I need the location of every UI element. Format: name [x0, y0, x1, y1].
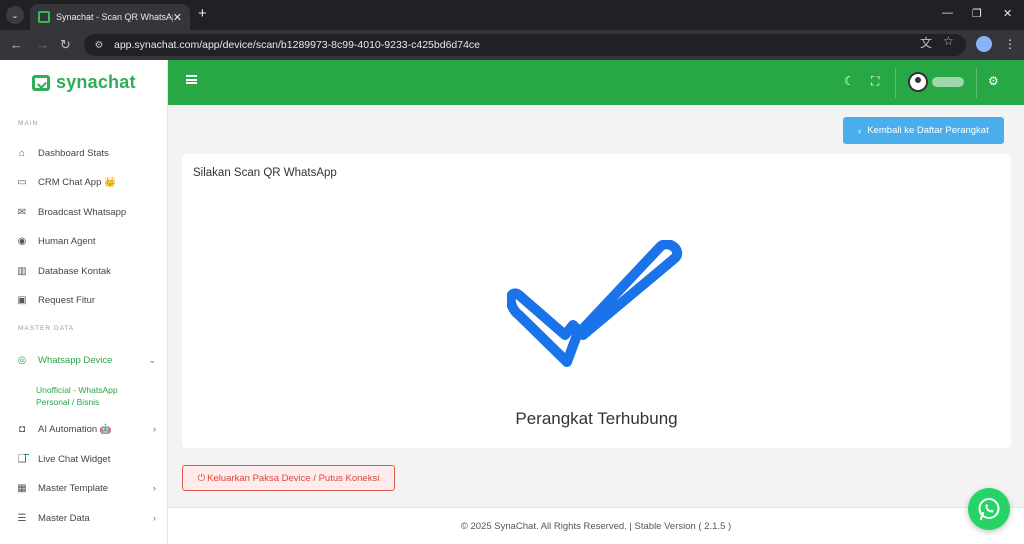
close-icon[interactable]: ✕ [173, 11, 182, 24]
dark-mode-moon-icon[interactable]: ☾ [844, 74, 855, 88]
forward-arrow-icon[interactable]: → [36, 37, 49, 52]
card-title: Silakan Scan QR WhatsApp [193, 167, 337, 179]
sidebar-item-database-kontak[interactable]: ▥ Database Kontak [16, 260, 156, 282]
sidebar-item-broadcast[interactable]: ✉ Broadcast Whatsapp [16, 201, 156, 223]
chevron-down-icon: ⌄ [148, 354, 156, 365]
chevron-down-icon: ⌄ [11, 10, 19, 20]
template-icon: ▦ [17, 482, 27, 494]
settings-gear-icon[interactable]: ⚙ [988, 74, 999, 88]
tab-title: Synachat - Scan QR WhatsApp [56, 12, 173, 22]
robot-icon: ◘ [18, 423, 26, 435]
widget-icon: ❏ [17, 453, 27, 465]
home-icon: ⌂ [18, 147, 26, 159]
mail-icon: ✉ [17, 206, 27, 218]
window-close-icon[interactable]: ✕ [1003, 7, 1012, 20]
tab-search-button[interactable]: ⌄ [6, 6, 24, 24]
back-to-device-list-button[interactable]: ‹ Kembali ke Daftar Perangkat [843, 117, 1004, 144]
synachat-logo-icon [32, 74, 50, 91]
sidebar-item-label: AI Automation 🤖 [38, 423, 112, 435]
reload-icon[interactable]: ↻ [60, 37, 71, 53]
sidebar-item-label: CRM Chat App 👑 [38, 176, 116, 188]
sidebar-item-whatsapp-device[interactable]: ◎ Whatsapp Device ⌄ [16, 349, 156, 371]
chevron-left-icon: ‹ [858, 125, 862, 136]
sidebar-item-label: Master Template [38, 482, 109, 494]
whatsapp-icon: ◎ [17, 354, 27, 366]
sidebar-item-label: Live Chat Widget [38, 453, 111, 465]
header-divider [895, 68, 896, 98]
sidebar-item-master-data[interactable]: ☰ Master Data › [16, 507, 156, 529]
chevron-right-icon: › [153, 513, 156, 523]
site-settings-icon[interactable]: ⚙ [92, 38, 106, 52]
user-circle-icon: ◉ [17, 235, 27, 247]
more-menu-icon[interactable]: ⋮ [1004, 37, 1016, 51]
brand-logo[interactable]: synachat [32, 72, 136, 93]
force-disconnect-button[interactable]: ⏻ Keluarkan Paksa Device / Putus Koneksi [182, 465, 395, 491]
connection-status: Perangkat Terhubung [515, 409, 678, 428]
sidebar-item-live-chat-widget[interactable]: ❏ Live Chat Widget [16, 448, 156, 470]
user-name-blurred[interactable] [932, 77, 964, 87]
sidebar-item-dashboard[interactable]: ⌂ Dashboard Stats [16, 142, 156, 164]
sidebar-subitem-unofficial-whatsapp[interactable]: Unofficial - WhatsApp Personal / Bisnis [36, 384, 146, 408]
sidebar-item-label: Dashboard Stats [38, 147, 109, 159]
header-divider [976, 68, 977, 98]
sidebar-item-label: Request Fitur [38, 294, 96, 306]
sidebar-item-request-fitur[interactable]: ▣ Request Fitur [16, 289, 156, 311]
translate-icon[interactable]: 文 [920, 34, 932, 51]
chat-icon: ▭ [17, 176, 27, 188]
footer: © 2025 SynaChat. All Rights Reserved. | … [168, 507, 1024, 544]
bookmark-star-icon[interactable]: ☆ [943, 34, 954, 48]
sidebar-item-label: Broadcast Whatsapp [38, 206, 127, 218]
sidebar-item-human-agent[interactable]: ◉ Human Agent [16, 230, 156, 252]
section-label-master: MASTER DATA [18, 325, 75, 332]
browser-toolbar: ← → ↻ ⚙ app.synachat.com/app/device/scan… [0, 30, 1024, 60]
browser-tab[interactable]: Synachat - Scan QR WhatsApp ✕ [30, 4, 190, 30]
browser-tabbar: ⌄ Synachat - Scan QR WhatsApp ✕ + — ❐ ✕ [0, 0, 1024, 30]
sidebar-item-master-template[interactable]: ▦ Master Template › [16, 477, 156, 499]
sidebar: synachat MAIN ⌂ Dashboard Stats ▭ CRM Ch… [0, 60, 168, 544]
sidebar-item-label: Master Data [38, 512, 90, 524]
main-content: ‹ Kembali ke Daftar Perangkat Silakan Sc… [168, 105, 1024, 507]
sidebar-item-label: Database Kontak [38, 265, 111, 277]
scan-card: Silakan Scan QR WhatsApp Perangkat Terhu… [182, 154, 1011, 448]
sidebar-item-label: Whatsapp Device [38, 354, 113, 366]
app-header: ☾ ⛶ ⚙ [168, 60, 1024, 105]
sidebar-item-label: Human Agent [38, 235, 96, 247]
sidebar-item-ai-automation[interactable]: ◘ AI Automation 🤖 › [16, 418, 156, 440]
synachat-favicon-icon [38, 11, 50, 23]
whatsapp-icon [978, 498, 1000, 521]
chevron-right-icon: › [153, 424, 156, 434]
new-tab-icon[interactable]: + [198, 5, 207, 22]
url-text: app.synachat.com/app/device/scan/b128997… [114, 39, 481, 51]
hamburger-menu-icon[interactable] [186, 75, 197, 84]
fullscreen-icon[interactable]: ⛶ [871, 74, 879, 89]
book-icon: ▥ [17, 265, 27, 277]
section-label-main: MAIN [18, 120, 39, 127]
back-button-label: Kembali ke Daftar Perangkat [867, 125, 989, 136]
brand-name: synachat [56, 72, 136, 92]
user-avatar-icon[interactable] [908, 72, 928, 92]
footer-text: © 2025 SynaChat. All Rights Reserved. | … [460, 520, 732, 532]
power-icon: ⏻ [197, 472, 206, 484]
address-bar[interactable]: ⚙ app.synachat.com/app/device/scan/b1289… [84, 34, 966, 56]
restore-icon[interactable]: ❐ [972, 7, 982, 20]
force-disconnect-label: Keluarkan Paksa Device / Putus Koneksi [207, 472, 380, 484]
whatsapp-chat-button[interactable] [968, 488, 1010, 530]
clipboard-icon: ▣ [17, 294, 27, 306]
back-arrow-icon[interactable]: ← [10, 37, 23, 52]
list-icon: ☰ [17, 512, 27, 524]
minimize-icon[interactable]: — [942, 7, 953, 19]
sidebar-item-crm-chat[interactable]: ▭ CRM Chat App 👑 [16, 171, 156, 193]
profile-avatar-icon[interactable] [976, 36, 992, 52]
chevron-right-icon: › [153, 483, 156, 493]
connected-checkmark-icon [507, 240, 682, 367]
